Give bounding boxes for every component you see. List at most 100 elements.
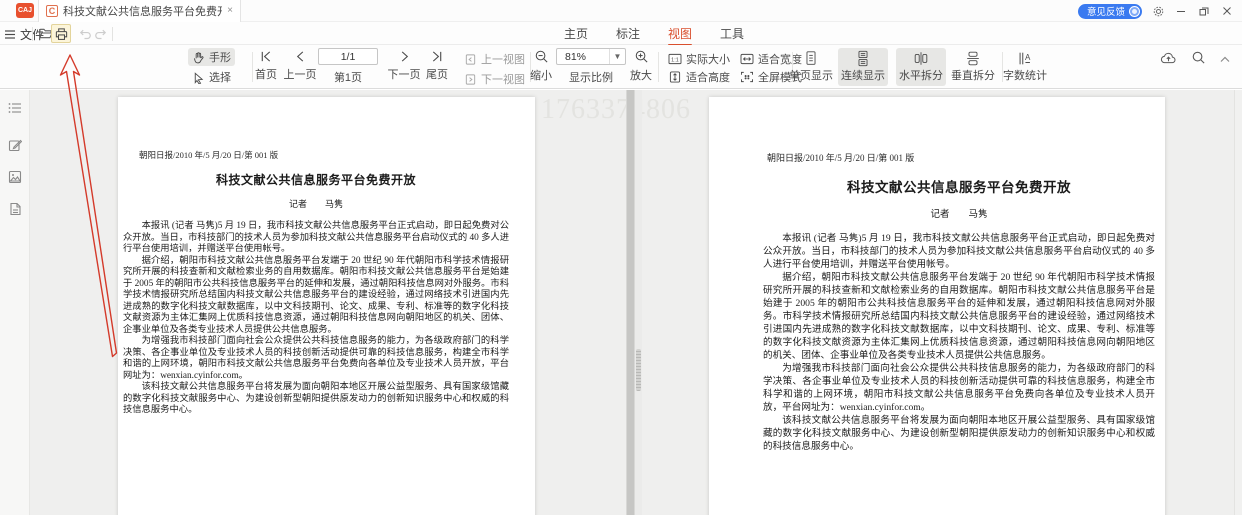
ribbon-tabs: 主页 标注 视图 工具: [562, 22, 746, 45]
zoom-in-icon: [634, 49, 649, 64]
prev-view-button[interactable]: 上一视图: [460, 50, 529, 68]
actual-size-icon: 1:1: [668, 53, 682, 65]
prev-page-button[interactable]: 上一页: [281, 50, 319, 82]
fit-height-icon: [668, 71, 682, 83]
print-button[interactable]: [51, 24, 71, 43]
zoom-out-icon: [534, 49, 549, 64]
next-page-label: 下一页: [388, 66, 421, 82]
undo-icon: [77, 27, 92, 40]
select-tool-button[interactable]: 选择: [188, 68, 235, 86]
fit-height-label: 适合高度: [686, 69, 730, 85]
paragraph: 为增强我市科技部门面向社会公众提供公共科技信息服务的能力，为各级政府部门的科学决…: [763, 362, 1155, 414]
next-view-label: 下一视图: [481, 71, 525, 87]
thumbnail-panel-icon[interactable]: [7, 169, 23, 185]
article-byline: 记者 马隽: [123, 197, 509, 210]
split-divider[interactable]: [626, 90, 635, 515]
single-page-label: 单页显示: [789, 67, 833, 83]
paragraph: 该科技文献公共信息服务平台将发展为面向朝阳本地区开展公益型服务、具有国家级馆藏的…: [763, 414, 1155, 453]
svg-text:A: A: [1025, 53, 1031, 62]
watermark-text: 1763374806: [541, 94, 691, 126]
article-body: 本报讯 (记者 马隽)5 月 19 日，我市科技文献公共信息服务平台正式启动，即…: [763, 232, 1155, 453]
document-tab[interactable]: C 科技文献公共信息服务平台免费开放_记··· ×: [38, 0, 241, 22]
tab-close-icon[interactable]: ×: [227, 6, 233, 16]
vertical-split-icon: [964, 50, 982, 67]
zoom-out-button[interactable]: 缩小: [528, 49, 554, 83]
newspaper-source-line: 朝阳日报/2010 年/5 月/20 日/第 001 版: [767, 151, 1155, 164]
scrollbar-thumb[interactable]: [636, 349, 641, 391]
article-title: 科技文献公共信息服务平台免费开放: [123, 171, 509, 188]
continuous-display-button[interactable]: 连续显示: [838, 48, 888, 86]
document-area: 1763374806 朝阳日报/2010 年/5 月/20 日/第 001 版 …: [0, 90, 1242, 515]
redo-button[interactable]: [91, 24, 111, 43]
hand-icon: [192, 51, 205, 64]
actual-size-button[interactable]: 1:1 实际大小: [664, 50, 734, 68]
word-count-label: 字数统计: [1003, 67, 1047, 83]
caj-file-icon: C: [46, 5, 58, 17]
select-tool-label: 选择: [209, 69, 231, 85]
hand-tool-button[interactable]: 手形: [188, 48, 235, 66]
annotation-panel-icon[interactable]: [7, 137, 23, 153]
next-view-button[interactable]: 下一视图: [460, 70, 529, 88]
right-pane-scrollbar[interactable]: [1234, 90, 1242, 515]
fullscreen-icon: [740, 71, 754, 83]
collapse-ribbon-icon[interactable]: [1220, 56, 1230, 63]
cloud-sync-icon[interactable]: [1160, 51, 1177, 65]
first-page-label: 首页: [255, 66, 277, 82]
page-indicator: 第1页: [330, 69, 366, 85]
tab-title: 科技文献公共信息服务平台免费开放_记···: [63, 3, 222, 19]
vertical-split-label: 垂直拆分: [951, 67, 995, 83]
zoom-ratio-dropdown[interactable]: 81% ▼: [556, 48, 626, 65]
zoom-ratio-caption: 显示比例: [568, 69, 614, 85]
settings-gear-icon[interactable]: [1151, 4, 1165, 18]
tab-annotate[interactable]: 标注: [614, 22, 642, 45]
search-icon[interactable]: [1191, 50, 1206, 65]
single-page-button[interactable]: 单页显示: [786, 48, 836, 86]
feedback-badge-icon: [1129, 6, 1140, 17]
page-number-input[interactable]: [318, 48, 378, 65]
next-page-button[interactable]: 下一页: [385, 50, 423, 82]
word-count-button[interactable]: A 字数统计: [1000, 48, 1050, 86]
view-toolbar: 手形 选择 首页 上一页 第1页 下一页: [0, 45, 1242, 89]
feedback-button[interactable]: 意见反馈: [1078, 4, 1142, 19]
paragraph: 该科技文献公共信息服务平台将发展为面向朝阳本地区开展公益型服务、具有国家级馆藏的…: [123, 382, 509, 417]
outline-panel-icon[interactable]: [7, 100, 23, 116]
restore-window-icon[interactable]: [1197, 4, 1211, 18]
prev-view-label: 上一视图: [481, 51, 525, 67]
page-panel-icon[interactable]: [7, 201, 23, 217]
zoom-value: 81%: [557, 51, 609, 63]
zoom-in-label: 放大: [630, 67, 652, 83]
last-page-button[interactable]: 尾页: [423, 50, 451, 82]
hand-tool-label: 手形: [209, 49, 231, 65]
vertical-split-button[interactable]: 垂直拆分: [948, 48, 998, 86]
sidebar-rail: [0, 90, 30, 515]
close-window-icon[interactable]: [1220, 4, 1234, 18]
fit-width-icon: [740, 53, 754, 65]
paragraph: 据介绍，朝阳市科技文献公共信息服务平台发端于 20 世纪 90 年代朝阳市科学技…: [123, 256, 509, 337]
fit-height-button[interactable]: 适合高度: [664, 68, 734, 86]
zoom-ratio-label: 显示比例: [569, 69, 613, 85]
left-pane-scrollbar[interactable]: [635, 90, 642, 515]
document-page-right: 朝阳日报/2010 年/5 月/20 日/第 001 版 科技文献公共信息服务平…: [709, 97, 1165, 515]
tab-tools[interactable]: 工具: [718, 22, 746, 45]
svg-text:1:1: 1:1: [671, 57, 679, 63]
paragraph: 为增强我市科技部门面向社会公众提供公共科技信息服务的能力，为各级政府部门的科学决…: [123, 336, 509, 382]
chevron-right-icon: [398, 50, 411, 63]
horizontal-split-button[interactable]: 水平拆分: [896, 48, 946, 86]
ribbon-bar: 文件 主页 标注 视图 工具: [0, 22, 1242, 45]
app-logo[interactable]: CAJ: [16, 3, 34, 18]
prev-page-label: 上一页: [284, 66, 317, 82]
word-count-icon: A: [1016, 50, 1034, 67]
document-page-left: 朝阳日报/2010 年/5 月/20 日/第 001 版 科技文献公共信息服务平…: [118, 97, 535, 515]
feedback-label: 意见反馈: [1087, 4, 1125, 18]
tab-view[interactable]: 视图: [666, 22, 694, 45]
prev-view-icon: [464, 53, 477, 66]
first-page-button[interactable]: 首页: [250, 50, 282, 82]
tab-home[interactable]: 主页: [562, 22, 590, 45]
article-title: 科技文献公共信息服务平台免费开放: [763, 176, 1155, 196]
minimize-icon[interactable]: [1174, 4, 1188, 18]
paragraph: 本报讯 (记者 马隽)5 月 19 日，我市科技文献公共信息服务平台正式启动，即…: [123, 221, 509, 256]
chevron-down-icon: ▼: [609, 49, 625, 64]
page-indicator-label: 第1页: [334, 69, 362, 85]
article-body: 本报讯 (记者 马隽)5 月 19 日，我市科技文献公共信息服务平台正式启动，即…: [123, 221, 509, 417]
zoom-in-button[interactable]: 放大: [628, 49, 654, 83]
